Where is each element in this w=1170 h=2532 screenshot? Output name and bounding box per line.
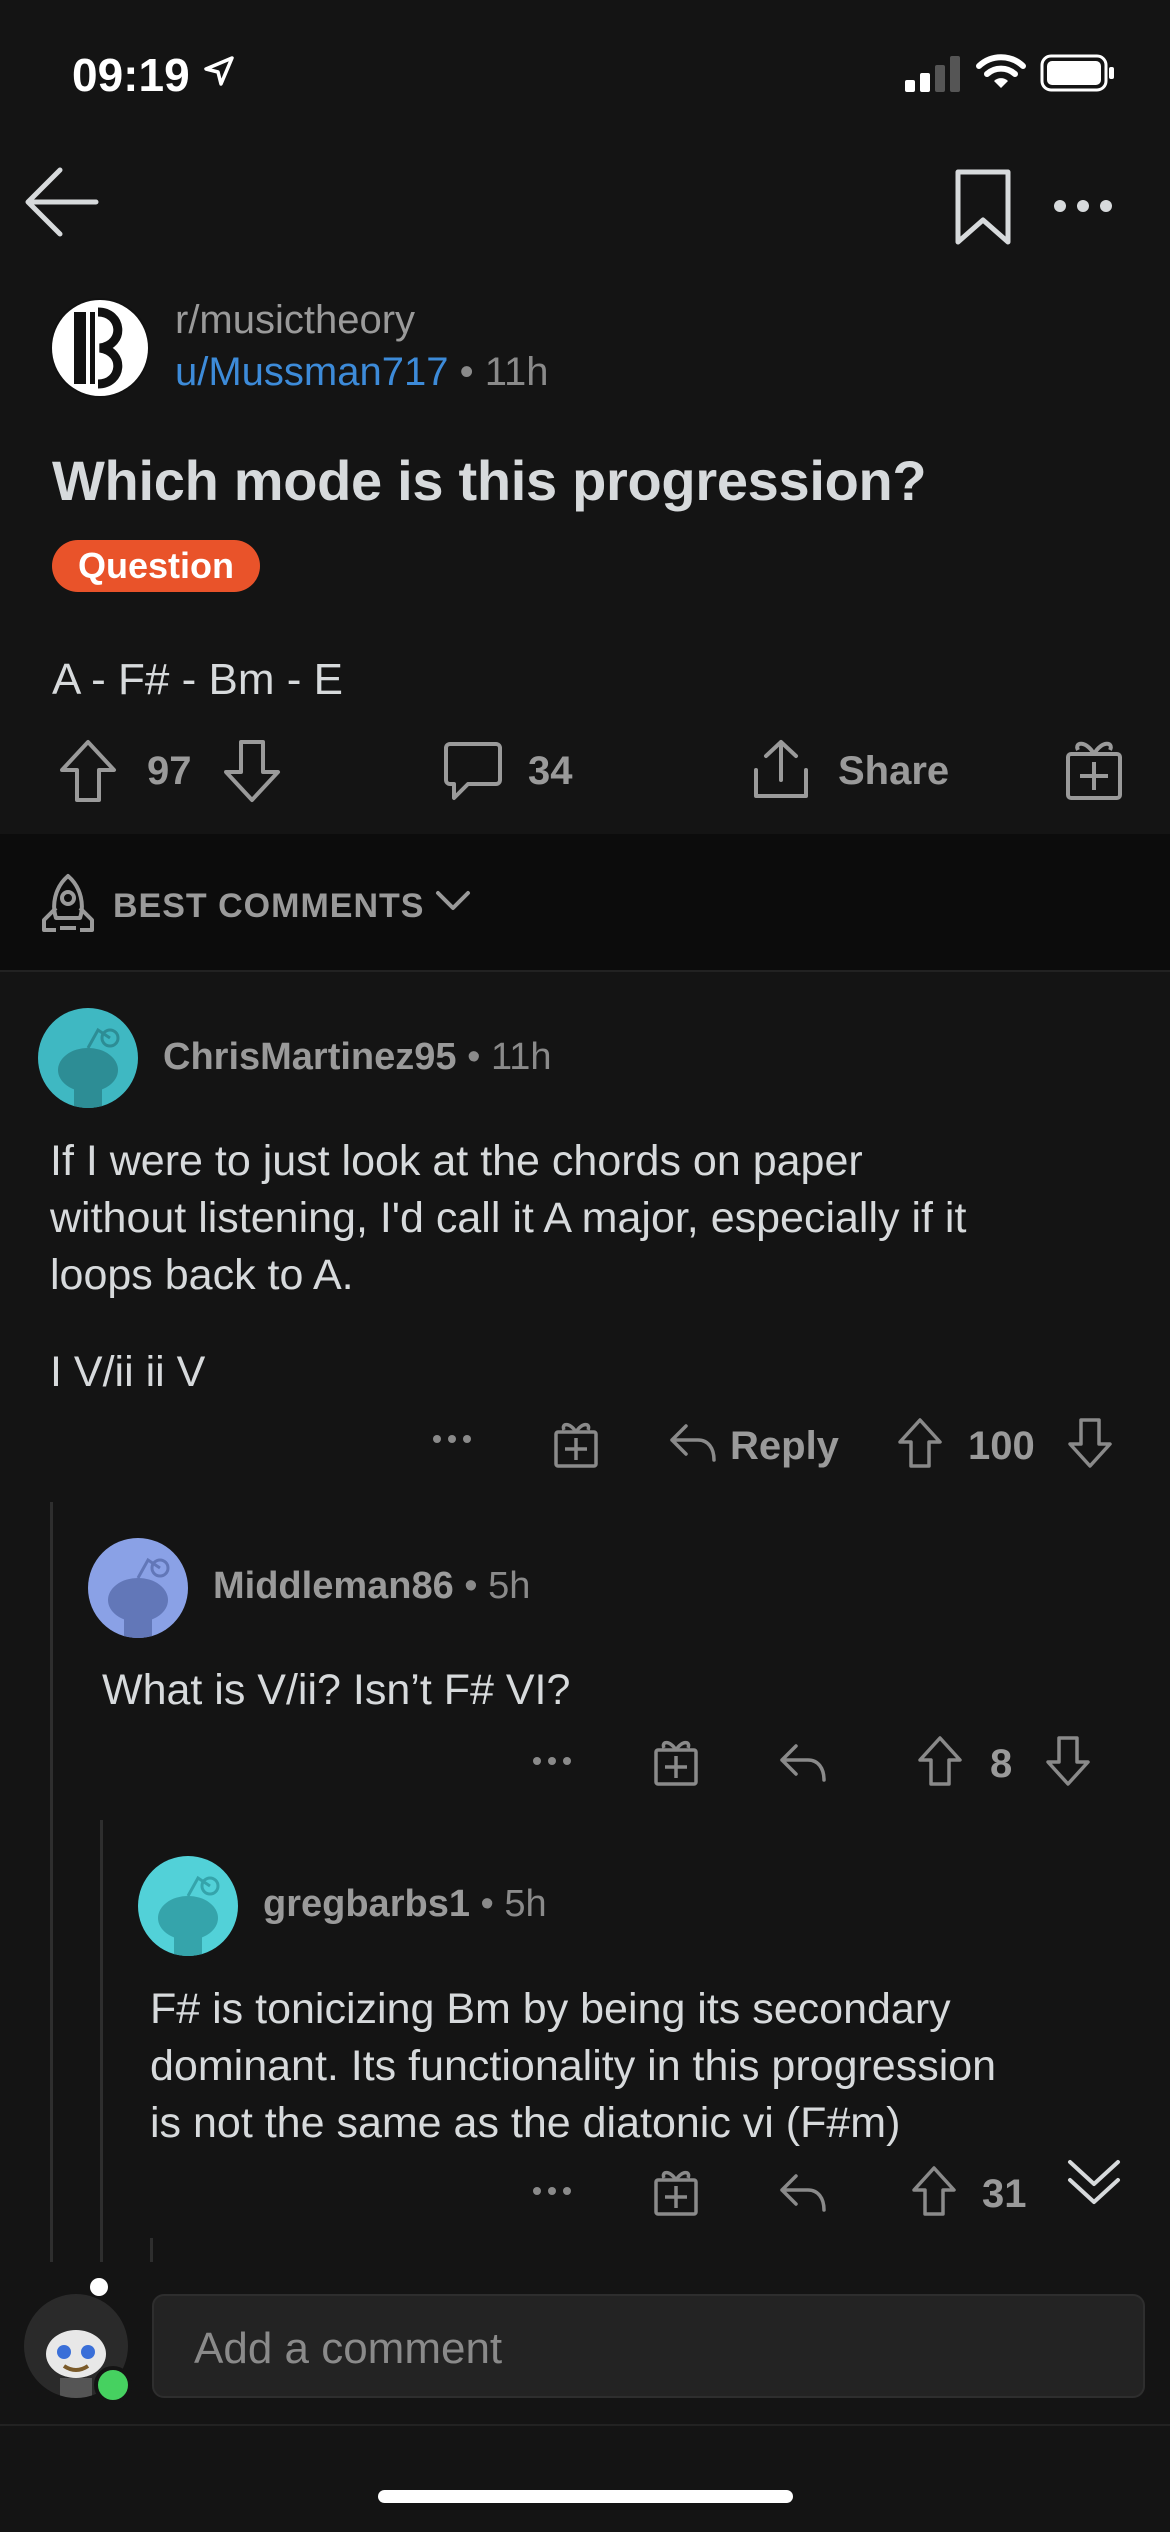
wifi-icon [976,52,1026,90]
bookmark-icon[interactable] [952,168,1014,246]
comment-upvote-icon[interactable] [896,1416,944,1470]
comment-award-icon[interactable] [652,1736,700,1786]
comment-downvote-icon[interactable] [1044,1734,1092,1788]
status-time: 09:19 [72,49,190,101]
location-arrow-icon [202,54,236,88]
add-comment-placeholder: Add a comment [194,2324,503,2373]
reply-button[interactable]: Reply [730,1424,839,1469]
battery-icon [1040,54,1116,92]
commenter-avatar[interactable] [38,1008,138,1108]
comment-score: 31 [982,2172,1027,2216]
comment-line: What is V/ii? Isn’t F# VI? [102,1666,571,1714]
comment-line: loops back to A. [50,1251,354,1299]
comment-body-extra: I V/ii ii V [50,1348,206,1396]
comment-age: • 5h [453,1565,531,1607]
comment-body: F# is tonicizing Bm by being its seconda… [150,1981,996,2152]
comment-author-line: gregbarbs1 • 5h [263,1883,547,1926]
subreddit-name[interactable]: r/musictheory [175,298,415,343]
comment-award-icon[interactable] [652,2166,700,2216]
comment-line: dominant. Its functionality in this prog… [150,2042,997,2090]
comment-age: • 5h [469,1883,547,1925]
divider [0,970,1170,972]
online-status-indicator [94,2366,132,2404]
comment-more-icon[interactable] [532,1756,572,1766]
comments-icon[interactable] [442,740,504,802]
back-arrow-icon[interactable] [22,162,102,242]
comment-line: without listening, I'd call it A major, … [50,1194,967,1242]
comment-body: If I were to just look at the chords on … [50,1133,966,1304]
post-score: 97 [147,749,192,793]
comment-upvote-icon[interactable] [910,2164,958,2218]
downvote-icon[interactable] [222,738,282,804]
comment-author-line: ChrisMartinez95 • 11h [163,1036,552,1079]
post-age: • 11h [448,350,549,394]
comment-more-icon[interactable] [532,2186,572,2196]
subreddit-avatar[interactable] [50,298,150,398]
comment-downvote-icon[interactable] [1066,1416,1114,1470]
comment-author[interactable]: ChrisMartinez95 [163,1036,457,1078]
thread-line[interactable] [100,1820,103,2262]
comment-more-icon[interactable] [432,1434,472,1444]
post-author-line: u/Mussman717 • 11h [175,350,548,395]
post-title: Which mode is this progression? [52,449,927,512]
comment-score: 8 [990,1742,1013,1786]
collapse-chevron-icon[interactable] [1066,2156,1122,2208]
upvote-icon[interactable] [58,738,118,804]
comment-line: is not the same as the diatonic vi (F#m) [150,2099,901,2147]
comment-age: • 11h [456,1036,552,1078]
share-button[interactable]: Share [838,749,949,794]
post-flair[interactable]: Question [52,540,261,592]
award-gift-icon[interactable] [1064,736,1124,802]
more-options-icon[interactable] [1052,196,1114,216]
divider [0,2424,1170,2426]
share-icon[interactable] [750,738,812,802]
comment-author[interactable]: gregbarbs1 [263,1883,470,1925]
comment-score: 100 [968,1424,1035,1468]
comment-count[interactable]: 34 [528,749,573,794]
comment-upvote-icon[interactable] [916,1734,964,1788]
comment-line: F# is tonicizing Bm by being its seconda… [150,1985,951,2033]
reply-arrow-icon[interactable] [778,2170,828,2216]
sort-dropdown-label[interactable]: BEST COMMENTS [113,887,424,926]
rocket-icon[interactable] [38,872,98,936]
commenter-avatar[interactable] [138,1856,238,1956]
post-body: A - F# - Bm - E [52,655,343,704]
comment-award-icon[interactable] [552,1418,600,1468]
cellular-signal-icon [905,56,961,92]
add-comment-input[interactable]: Add a comment [152,2294,1145,2398]
comment-body: What is V/ii? Isn’t F# VI? [102,1662,570,1719]
comment-author[interactable]: Middleman86 [213,1565,454,1607]
post-author[interactable]: u/Mussman717 [175,350,448,394]
comment-line: If I were to just look at the chords on … [50,1137,863,1185]
commenter-avatar[interactable] [88,1538,188,1638]
thread-line[interactable] [50,1502,53,2262]
thread-line[interactable] [150,2238,153,2262]
reply-arrow-icon[interactable] [778,1740,828,1786]
chevron-down-icon[interactable] [434,888,472,914]
home-indicator[interactable] [378,2490,793,2503]
comment-author-line: Middleman86 • 5h [213,1565,530,1608]
snoo-antenna [90,2278,108,2296]
reply-arrow-icon[interactable] [668,1420,718,1466]
